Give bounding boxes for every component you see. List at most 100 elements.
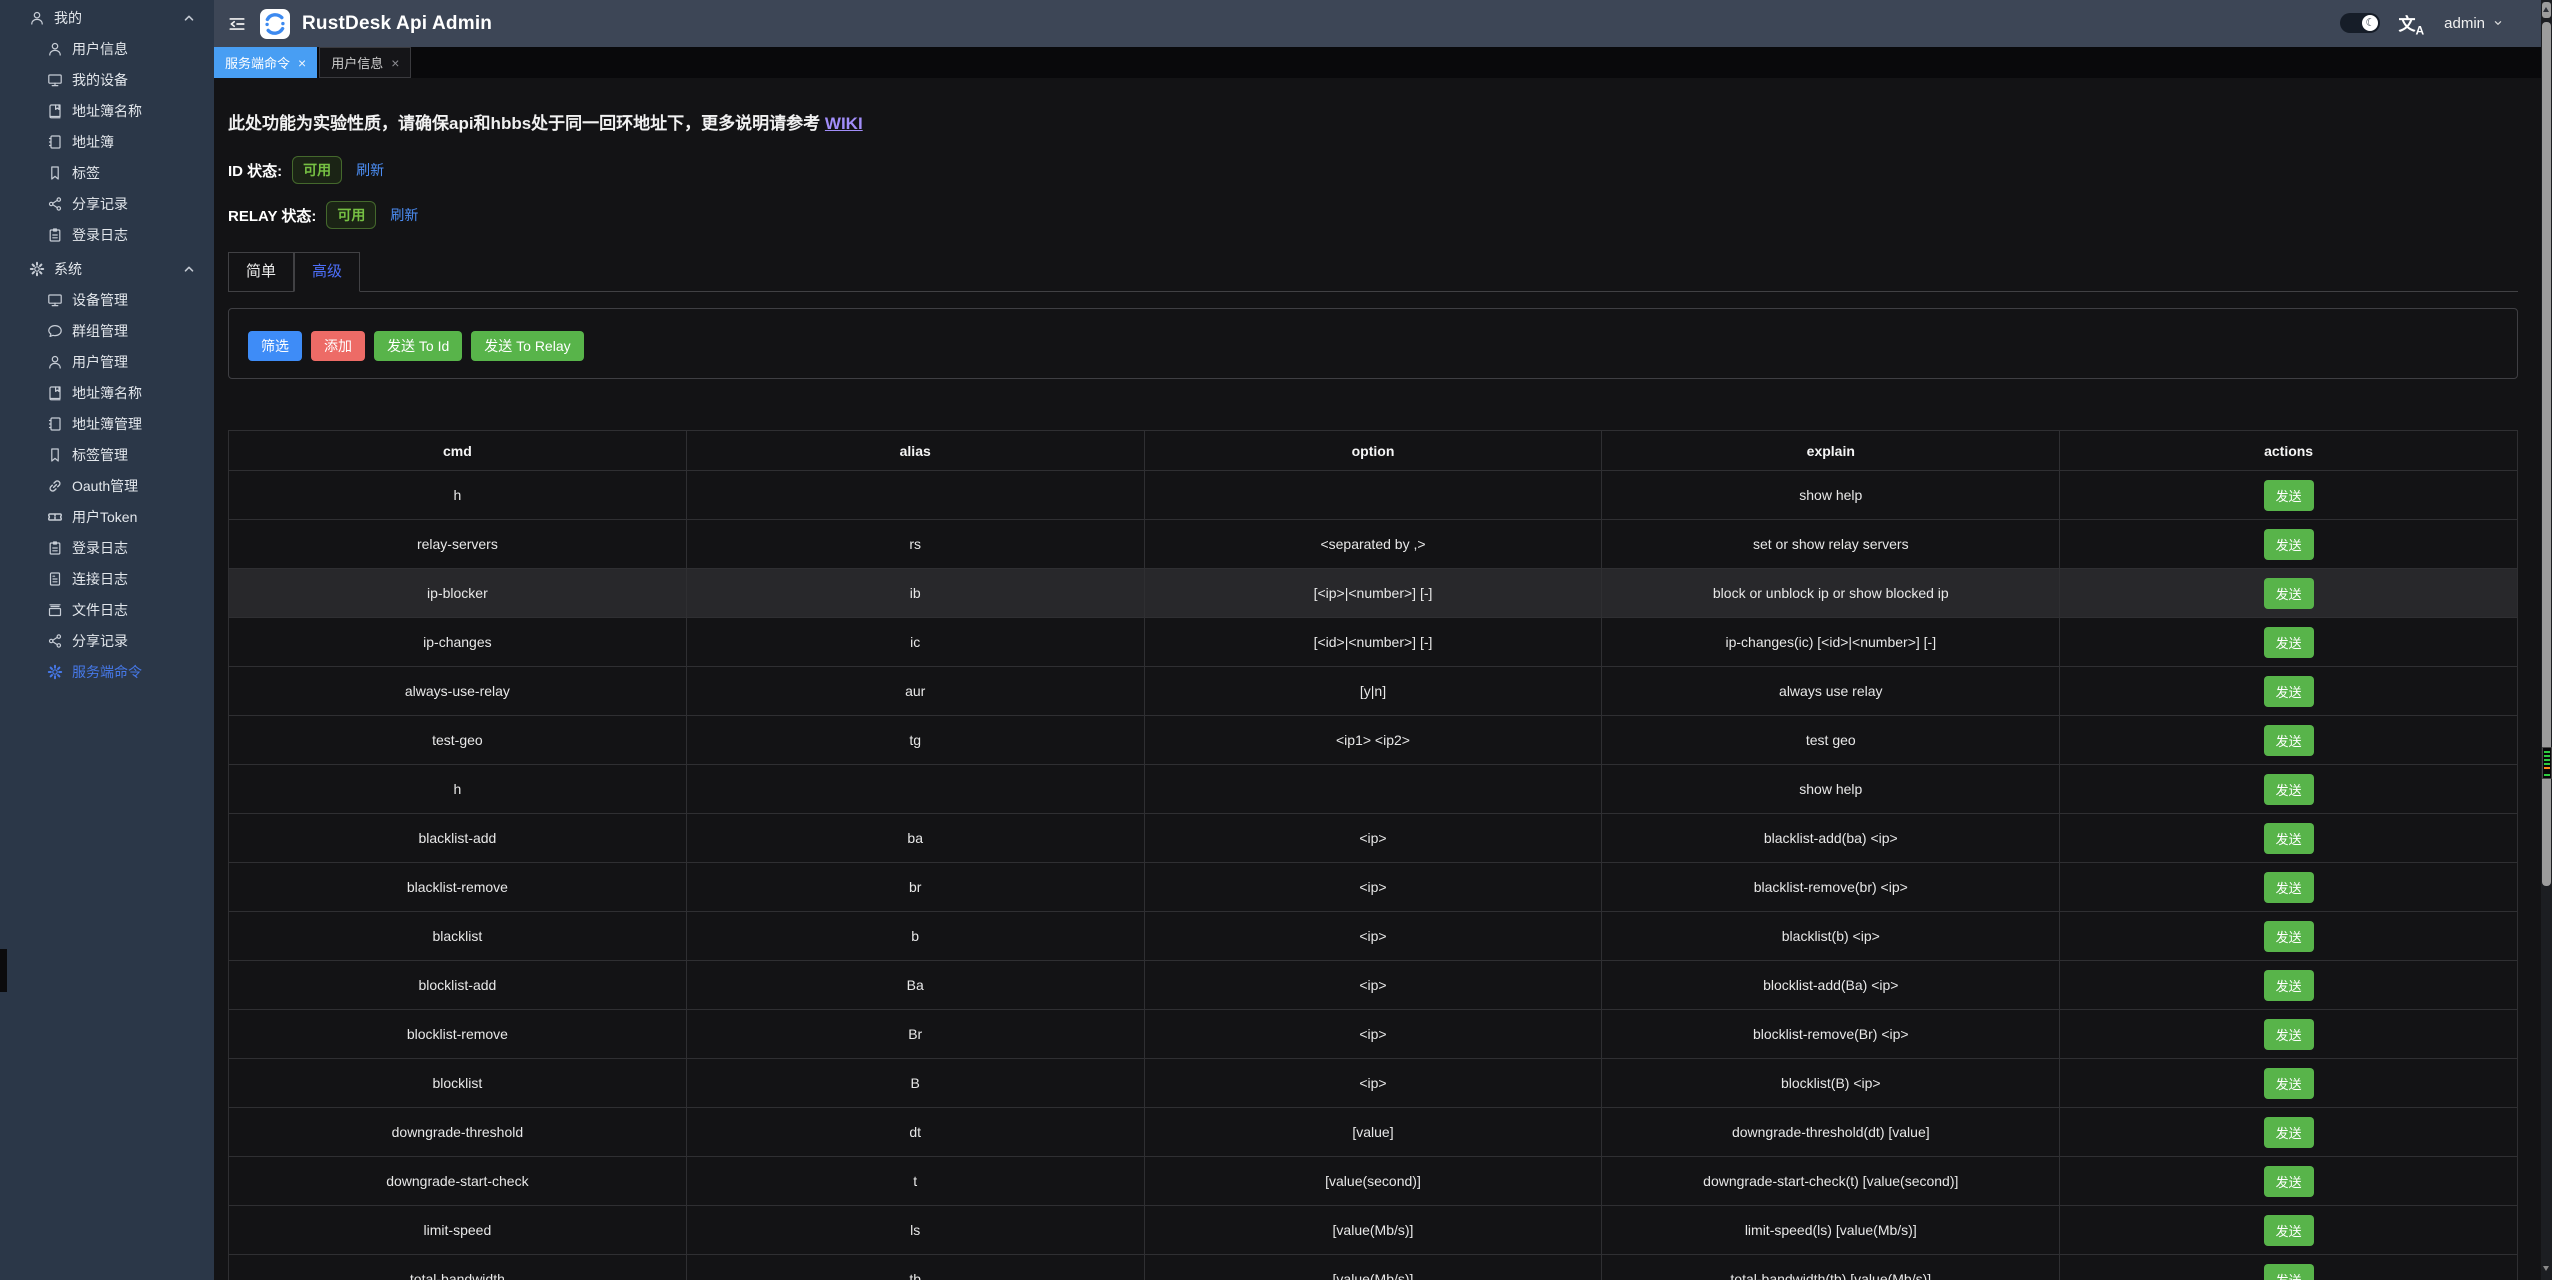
cell-alias (686, 471, 1144, 520)
menu-fold-icon[interactable] (228, 15, 246, 33)
cell-option: [y|n] (1144, 667, 1602, 716)
sidebar-item[interactable]: 地址簿管理 (0, 408, 214, 439)
sidebar-item[interactable]: 用户Token (0, 501, 214, 532)
cell-actions: 发送 (2060, 1255, 2518, 1280)
column-header-cmd: cmd (229, 431, 687, 471)
cell-alias (686, 765, 1144, 814)
sidebar-item[interactable]: 用户管理 (0, 346, 214, 377)
cell-cmd: blocklist-add (229, 961, 687, 1010)
scrollbar-up-button[interactable] (2542, 2, 2551, 18)
cell-actions: 发送 (2060, 569, 2518, 618)
sidebar-item[interactable]: 设备管理 (0, 284, 214, 315)
route-tab-label: 服务端命令 (225, 53, 290, 72)
scrollbar-down-button[interactable] (2543, 1266, 2549, 1271)
cell-option (1144, 471, 1602, 520)
column-header-option: option (1144, 431, 1602, 471)
toolbar-button[interactable]: 发送 To Id (374, 331, 462, 361)
sidebar: 我的用户信息我的设备地址簿名称地址簿标签分享记录登录日志系统设备管理群组管理用户… (0, 0, 214, 1280)
sidebar-item-label: 标签 (72, 163, 100, 183)
sidebar-item-label: 用户Token (72, 507, 137, 527)
user-menu[interactable]: admin (2444, 15, 2504, 32)
send-button[interactable]: 发送 (2264, 529, 2314, 560)
close-icon[interactable]: × (298, 56, 306, 70)
route-tab[interactable]: 用户信息 × (319, 47, 411, 78)
send-button[interactable]: 发送 (2264, 823, 2314, 854)
sidebar-item[interactable]: Oauth管理 (0, 470, 214, 501)
cell-actions: 发送 (2060, 863, 2518, 912)
table-row: ip-changesic[<id>|<number>] [-]ip-change… (229, 618, 2518, 667)
cell-alias: aur (686, 667, 1144, 716)
toolbar-button[interactable]: 筛选 (248, 331, 302, 361)
sidebar-item[interactable]: 文件日志 (0, 594, 214, 625)
send-button[interactable]: 发送 (2264, 872, 2314, 903)
cell-cmd: ip-changes (229, 618, 687, 667)
send-button[interactable]: 发送 (2264, 1117, 2314, 1148)
language-icon[interactable]: 文A (2398, 10, 2424, 37)
user-icon (47, 354, 63, 370)
cell-alias: ib (686, 569, 1144, 618)
send-button[interactable]: 发送 (2264, 725, 2314, 756)
sidebar-item[interactable]: 服务端命令 (0, 656, 214, 687)
route-tab[interactable]: 服务端命令 × (214, 47, 317, 78)
cell-explain: blacklist(b) <ip> (1602, 912, 2060, 961)
scrollbar-annotations (2542, 747, 2552, 779)
send-button[interactable]: 发送 (2264, 1166, 2314, 1197)
tab-advanced[interactable]: 高级 (294, 252, 360, 292)
close-icon[interactable]: × (391, 56, 399, 70)
wiki-link[interactable]: WIKI (825, 114, 863, 133)
table-row: blacklist-removebr<ip>blacklist-remove(b… (229, 863, 2518, 912)
sidebar-item[interactable]: 地址簿名称 (0, 95, 214, 126)
send-button[interactable]: 发送 (2264, 970, 2314, 1001)
sidebar-item-label: 群组管理 (72, 321, 128, 341)
toolbar-card: 筛选添加发送 To Id 发送 To Relay (228, 308, 2518, 379)
sidebar-item[interactable]: 分享记录 (0, 625, 214, 656)
cell-actions: 发送 (2060, 716, 2518, 765)
sidebar-item[interactable]: 分享记录 (0, 188, 214, 219)
sidebar-item[interactable]: 用户信息 (0, 33, 214, 64)
toolbar-button[interactable]: 发送 To Relay (471, 331, 583, 361)
refresh-relay-link[interactable]: 刷新 (390, 205, 418, 225)
sidebar-item[interactable]: 登录日志 (0, 532, 214, 563)
sidebar-item[interactable]: 标签管理 (0, 439, 214, 470)
sidebar-section-header-system[interactable]: 系统 (0, 253, 214, 284)
send-button[interactable]: 发送 (2264, 627, 2314, 658)
send-button[interactable]: 发送 (2264, 1215, 2314, 1246)
table-row: blocklist-addBa<ip>blocklist-add(Ba) <ip… (229, 961, 2518, 1010)
send-button[interactable]: 发送 (2264, 480, 2314, 511)
id-status-label: ID 状态: (228, 160, 282, 181)
sidebar-item[interactable]: 连接日志 (0, 563, 214, 594)
cell-cmd: blacklist-add (229, 814, 687, 863)
bookmark-icon (47, 447, 63, 463)
cell-option: <ip> (1144, 961, 1602, 1010)
sidebar-item-label: 地址簿名称 (72, 101, 142, 121)
route-tab-label: 用户信息 (331, 53, 383, 72)
send-button[interactable]: 发送 (2264, 1068, 2314, 1099)
cell-actions: 发送 (2060, 618, 2518, 667)
send-button[interactable]: 发送 (2264, 1019, 2314, 1050)
sidebar-item[interactable]: 地址簿 (0, 126, 214, 157)
sidebar-item-label: 用户管理 (72, 352, 128, 372)
cell-actions: 发送 (2060, 912, 2518, 961)
theme-toggle[interactable]: ☾ (2340, 13, 2380, 33)
sidebar-item[interactable]: 我的设备 (0, 64, 214, 95)
send-button[interactable]: 发送 (2264, 1264, 2314, 1280)
send-button[interactable]: 发送 (2264, 774, 2314, 805)
scrollbar[interactable] (2541, 0, 2552, 1280)
sidebar-item[interactable]: 地址簿名称 (0, 377, 214, 408)
send-button[interactable]: 发送 (2264, 921, 2314, 952)
send-button[interactable]: 发送 (2264, 676, 2314, 707)
send-button[interactable]: 发送 (2264, 578, 2314, 609)
toolbar-button[interactable]: 添加 (311, 331, 365, 361)
sidebar-item-label: 分享记录 (72, 631, 128, 651)
cell-option: <ip1> <ip2> (1144, 716, 1602, 765)
refresh-id-link[interactable]: 刷新 (356, 160, 384, 180)
scrollbar-marker-line (2544, 755, 2550, 757)
tab-simple[interactable]: 简单 (228, 252, 294, 292)
sidebar-section-header-my[interactable]: 我的 (0, 2, 214, 33)
sidebar-item[interactable]: 标签 (0, 157, 214, 188)
sidebar-item[interactable]: 群组管理 (0, 315, 214, 346)
sidebar-item[interactable]: 登录日志 (0, 219, 214, 250)
book-icon (47, 385, 63, 401)
cell-explain: set or show relay servers (1602, 520, 2060, 569)
cell-option: <ip> (1144, 1010, 1602, 1059)
